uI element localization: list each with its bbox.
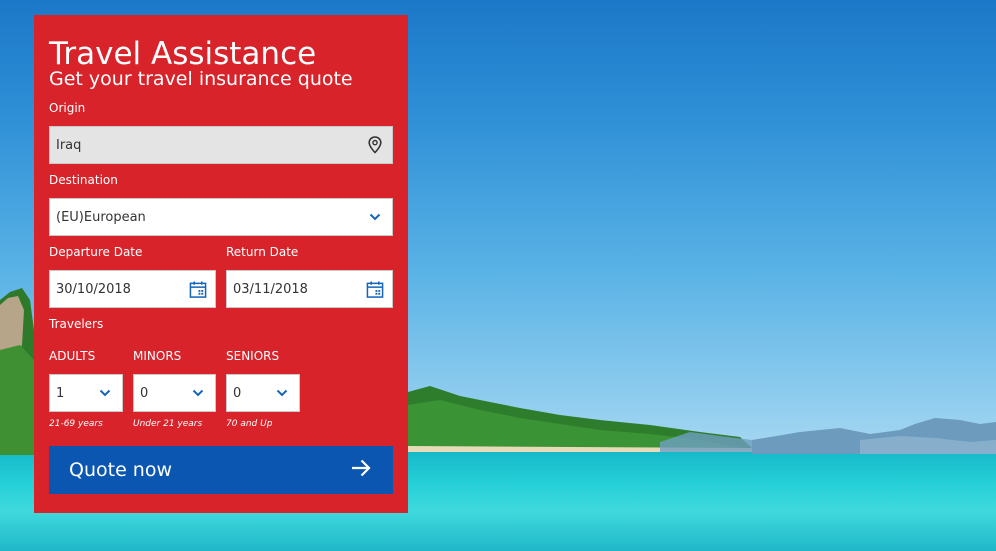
departure-date-label: Departure Date: [49, 245, 143, 259]
chevron-down-icon: [189, 384, 207, 402]
adults-label: ADULTS: [49, 349, 96, 363]
origin-field[interactable]: Iraq: [49, 126, 393, 164]
quote-now-label: Quote now: [69, 459, 173, 481]
seniors-value: 0: [233, 385, 242, 401]
calendar-icon[interactable]: [189, 280, 207, 298]
destination-label: Destination: [49, 173, 118, 187]
chevron-down-icon: [366, 208, 384, 226]
return-date-input[interactable]: 03/11/2018: [226, 270, 393, 308]
minors-value: 0: [140, 385, 149, 401]
quote-form-panel: Travel Assistance Get your travel insura…: [34, 15, 408, 513]
form-title: Travel Assistance: [49, 36, 317, 72]
origin-label: Origin: [49, 101, 86, 115]
adults-hint: 21-69 years: [49, 419, 103, 429]
travelers-label: Travelers: [49, 317, 104, 331]
minors-label: MINORS: [133, 349, 182, 363]
return-date-value: 03/11/2018: [233, 281, 308, 297]
location-pin-icon[interactable]: [366, 136, 384, 154]
form-subtitle: Get your travel insurance quote: [49, 68, 353, 90]
minors-hint: Under 21 years: [133, 419, 203, 429]
destination-value: (EU)European: [56, 209, 146, 225]
chevron-down-icon: [273, 384, 291, 402]
departure-date-value: 30/10/2018: [56, 281, 131, 297]
departure-date-input[interactable]: 30/10/2018: [49, 270, 216, 308]
return-date-label: Return Date: [226, 245, 299, 259]
arrow-right-icon: [351, 459, 371, 481]
chevron-down-icon: [96, 384, 114, 402]
adults-select[interactable]: 1: [49, 374, 123, 412]
minors-select[interactable]: 0: [133, 374, 216, 412]
destination-select[interactable]: (EU)European: [49, 198, 393, 236]
origin-value: Iraq: [56, 137, 82, 153]
seniors-select[interactable]: 0: [226, 374, 300, 412]
calendar-icon[interactable]: [366, 280, 384, 298]
seniors-hint: 70 and Up: [226, 419, 273, 429]
seniors-label: SENIORS: [226, 349, 280, 363]
adults-value: 1: [56, 385, 65, 401]
quote-now-button[interactable]: Quote now: [49, 446, 393, 494]
